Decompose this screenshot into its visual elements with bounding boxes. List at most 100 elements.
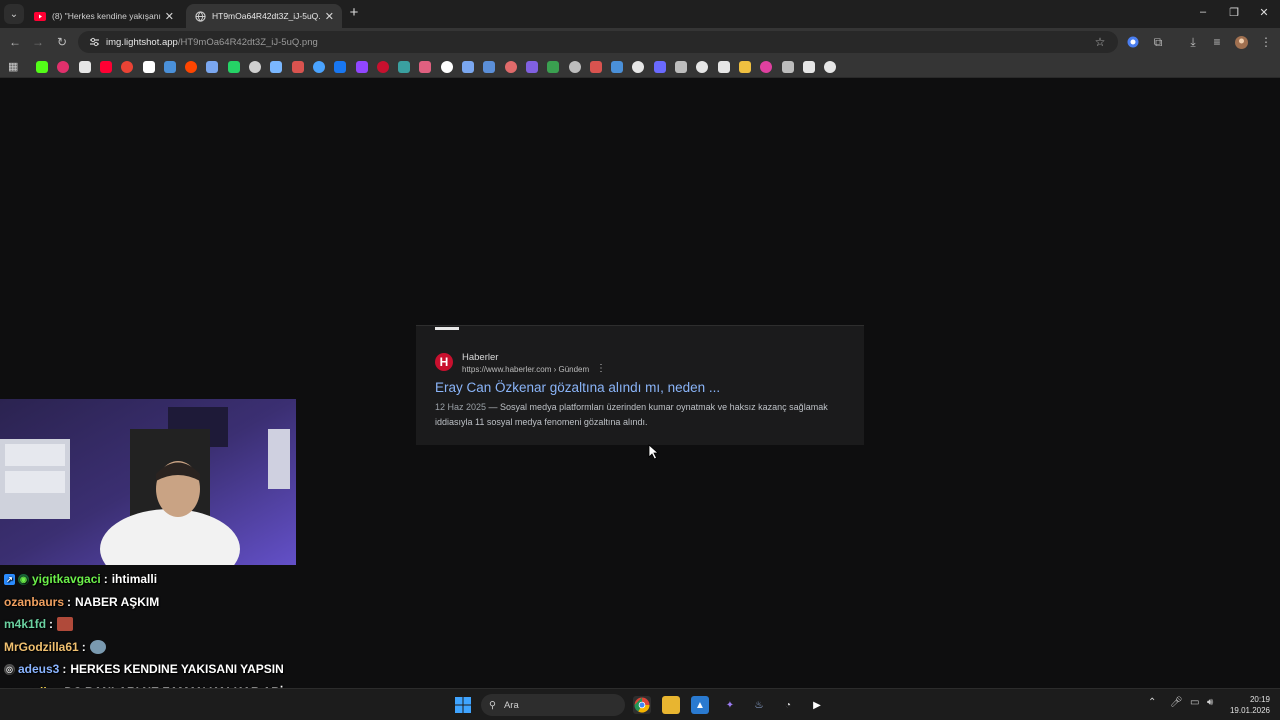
minimize-icon[interactable]: – xyxy=(1196,6,1210,18)
photos-app-icon[interactable]: ▲ xyxy=(691,696,709,714)
app-icon[interactable] xyxy=(376,61,389,73)
app-icon[interactable] xyxy=(611,61,624,73)
whatsapp-icon[interactable] xyxy=(227,61,240,73)
discord-app-icon[interactable]: ✦ xyxy=(721,696,739,714)
chat-username: m4k1fd xyxy=(4,617,47,632)
forward-icon[interactable]: → xyxy=(30,34,46,50)
tab-title: HT9mOa64R42dt3Z_iJ-5uQ.png xyxy=(212,11,321,21)
app-icon[interactable] xyxy=(568,61,581,73)
download-icon[interactable]: ⤓ xyxy=(1185,34,1201,50)
kick-icon[interactable] xyxy=(36,61,48,73)
more-options-icon[interactable]: ⋮ xyxy=(596,363,606,374)
tab-youtube[interactable]: (8) "Herkes kendine yakışanı yap ✕ xyxy=(26,4,182,28)
chat-message: ↗ ◉ yigitkavgaci: ihtimalli xyxy=(4,568,304,591)
app-icon[interactable] xyxy=(760,61,773,73)
instagram-icon[interactable] xyxy=(57,61,70,73)
app-icon[interactable] xyxy=(419,61,432,73)
bing-icon[interactable] xyxy=(440,61,453,73)
media-player-icon[interactable]: ▶ xyxy=(808,696,826,714)
webcam-feed xyxy=(0,399,296,565)
close-icon[interactable]: ✕ xyxy=(165,10,174,23)
new-tab-button[interactable]: + xyxy=(346,5,362,21)
chat-username: ozanbaurs xyxy=(4,594,65,609)
youtube-icon[interactable] xyxy=(99,61,112,73)
app-icon[interactable] xyxy=(291,61,304,73)
profile-avatar[interactable] xyxy=(1233,34,1249,50)
app-icon[interactable] xyxy=(547,61,560,73)
app-icon[interactable] xyxy=(696,61,709,73)
app-icon[interactable] xyxy=(632,61,645,73)
apps-grid-icon[interactable]: ▦ xyxy=(8,61,20,73)
address-bar[interactable]: img.lightshot.app/HT9mOa64R42dt3Z_iJ-5uQ… xyxy=(78,31,1118,53)
tab-lightshot[interactable]: HT9mOa64R42dt3Z_iJ-5uQ.png ✕ xyxy=(186,4,342,28)
app-icon[interactable] xyxy=(717,61,730,73)
tray-expand-icon[interactable]: ⌃ xyxy=(1148,697,1156,708)
x-icon[interactable] xyxy=(78,61,91,73)
app-icon[interactable] xyxy=(824,61,837,73)
app-icon[interactable] xyxy=(462,61,474,73)
emote-image xyxy=(57,617,74,632)
link-icon[interactable] xyxy=(675,61,687,73)
clock-date: 19.01.2026 xyxy=(1229,706,1270,715)
snippet-text: — Sosyal medya platformları üzerinden ku… xyxy=(435,402,828,427)
close-icon[interactable]: ✕ xyxy=(325,10,334,23)
network-icon[interactable]: ▭ xyxy=(1190,697,1199,708)
app-icon[interactable] xyxy=(163,61,176,73)
microphone-icon[interactable]: 🎤︎ xyxy=(1170,697,1183,708)
chat-username: yigitkavgaci xyxy=(32,572,101,587)
haberler-logo-icon: H xyxy=(435,353,453,371)
tab-search-button[interactable]: ⌄ xyxy=(4,4,24,24)
gmail-icon[interactable] xyxy=(121,61,134,73)
result-title-link[interactable]: Eray Can Özkenar gözaltına alındı mı, ne… xyxy=(435,380,720,395)
reddit-icon[interactable] xyxy=(185,61,198,73)
app-icon[interactable] xyxy=(504,61,517,73)
site-info-icon[interactable] xyxy=(88,36,100,48)
app-icon[interactable] xyxy=(589,61,602,73)
app-icon[interactable] xyxy=(781,61,794,73)
app-icon[interactable] xyxy=(653,61,666,73)
windows-start-icon[interactable] xyxy=(454,696,472,714)
chat-message: ◎ adeus3: HERKES KENDINE YAKISANI YAPSIN xyxy=(4,658,304,681)
docs-icon[interactable] xyxy=(206,61,219,73)
app-icon[interactable] xyxy=(738,61,751,73)
bookmarks-bar: ▦ xyxy=(0,56,1280,78)
taskbar-clock[interactable]: 20:19 19.01.2026 xyxy=(1226,694,1270,716)
chat-message: MrGodzilla61: xyxy=(4,636,304,659)
volume-icon[interactable]: 🔊︎ xyxy=(1207,697,1213,708)
chrome-icon[interactable] xyxy=(633,696,651,714)
url-host: img.lightshot.app xyxy=(106,36,178,48)
source-name[interactable]: Haberler xyxy=(462,352,498,363)
twitch-icon[interactable] xyxy=(355,61,368,73)
reload-icon[interactable]: ↻ xyxy=(54,34,70,50)
taskbar-search-box[interactable]: ⚲ Ara xyxy=(481,694,625,716)
close-window-icon[interactable]: ✕ xyxy=(1257,6,1271,19)
file-explorer-icon[interactable] xyxy=(662,696,680,714)
app-icon[interactable] xyxy=(312,61,325,73)
extension-icon[interactable] xyxy=(1125,34,1141,50)
app-icon[interactable] xyxy=(270,61,283,73)
app-icon[interactable] xyxy=(525,61,538,73)
facebook-icon[interactable] xyxy=(334,61,347,73)
maximize-icon[interactable]: ❐ xyxy=(1227,6,1241,19)
windows-taskbar: ⚲ Ara ▲ ✦ ♨ ◔ ▶ ⌃ 🎤︎ ▭ 🔊︎ 20:19 19.01.20… xyxy=(0,688,1280,720)
app-icon[interactable] xyxy=(398,61,411,73)
extensions-puzzle-icon[interactable]: ⧉ xyxy=(1150,34,1166,50)
chat-separator: : xyxy=(49,617,54,632)
chat-separator: : xyxy=(62,662,67,677)
menu-icon[interactable]: ⋮ xyxy=(1258,34,1274,50)
app-icon[interactable] xyxy=(802,61,815,73)
media-controls-icon[interactable]: ≡ xyxy=(1209,34,1225,50)
app-icon[interactable] xyxy=(483,61,496,73)
source-url[interactable]: https://www.haberler.com › Gündem xyxy=(462,365,589,374)
steam-icon[interactable]: ♨ xyxy=(750,696,768,714)
chat-message: m4k1fd: xyxy=(4,613,304,636)
browser-toolbar: ← → ↻ img.lightshot.app/HT9mOa64R42dt3Z_… xyxy=(0,28,1280,56)
app-icon[interactable] xyxy=(249,61,261,73)
result-snippet: 12 Haz 2025 — Sosyal medya platformları … xyxy=(435,400,855,430)
search-placeholder: Ara xyxy=(503,699,519,711)
google-icon[interactable] xyxy=(142,61,155,73)
back-icon[interactable]: ← xyxy=(7,34,23,50)
bookmark-star-icon[interactable]: ☆ xyxy=(1092,34,1108,50)
app-icon[interactable]: ◔ xyxy=(779,696,797,714)
chat-username: MrGodzilla61 xyxy=(4,639,79,654)
